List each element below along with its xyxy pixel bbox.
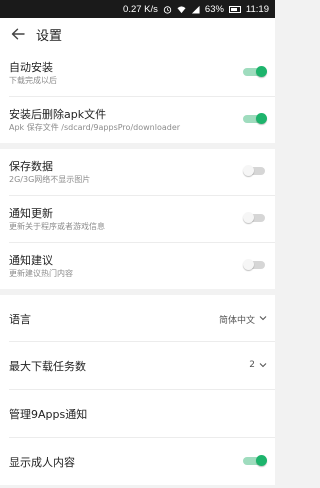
manage-notify-label: 管理9Apps通知 [9,408,88,421]
language-value: 简体中文 [218,316,255,326]
adult-content-toggle[interactable] [243,455,267,466]
notify-suggest-subtitle: 更新建议热门内容 [9,269,73,278]
battery-icon [228,5,241,13]
notify-update-label: 通知更新 [9,207,53,220]
delete-apk-toggle[interactable] [243,113,267,124]
notify-suggest-row[interactable]: 通知建议 更新建议热门内容 [0,243,275,289]
adult-content-label: 显示成人内容 [9,456,75,469]
manage-notify-row[interactable]: 管理9Apps通知 [0,390,275,437]
auto-install-row[interactable]: 自动安装 下载完成以后 [0,50,275,96]
max-downloads-value: 2 [249,360,255,370]
notify-update-toggle[interactable] [243,212,267,223]
delete-apk-row[interactable]: 安装后删除apk文件 Apk 保存文件 /sdcard/9appsPro/dow… [0,97,275,143]
language-label: 语言 [9,313,31,326]
network-speed: 0.27 K/s [123,3,158,15]
delete-apk-subtitle: Apk 保存文件 /sdcard/9appsPro/downloader [9,123,181,132]
save-data-toggle[interactable] [243,165,267,176]
clock: 11:19 [245,3,269,15]
max-downloads-row[interactable]: 最大下载任务数 2 [0,342,275,389]
notify-update-subtitle: 更新关于程序或者游戏信息 [9,222,105,231]
save-data-row[interactable]: 保存数据 2G/3G网络不显示图片 [0,149,275,195]
top-app-bar: 设置 [0,18,275,50]
notify-suggest-toggle[interactable] [243,259,267,270]
chevron-down-icon [259,316,267,321]
notify-update-row[interactable]: 通知更新 更新关于程序或者游戏信息 [0,196,275,242]
data-notify-group: 保存数据 2G/3G网络不显示图片 通知更新 更新关于程序或者游戏信息 通知建议… [0,149,275,289]
back-button[interactable] [0,18,36,50]
general-group: 语言 简体中文 最大下载任务数 2 管理9Apps通知 显示成人内容 [0,295,275,485]
chevron-down-icon [259,363,267,368]
install-settings-group: 自动安装 下载完成以后 安装后删除apk文件 Apk 保存文件 /sdcard/… [0,50,275,143]
delete-apk-label: 安装后删除apk文件 [9,108,107,121]
auto-install-label: 自动安装 [9,61,53,74]
language-row[interactable]: 语言 简体中文 [0,295,275,341]
auto-install-toggle[interactable] [243,66,267,77]
battery-percent: 63% [204,3,224,15]
page-title: 设置 [36,28,63,44]
notify-suggest-label: 通知建议 [9,254,53,267]
max-downloads-label: 最大下载任务数 [9,360,86,373]
alarm-icon [163,5,172,14]
wifi-icon [177,5,186,13]
adult-content-row[interactable]: 显示成人内容 [0,438,275,485]
back-arrow-icon [11,28,25,40]
status-bar: 0.27 K/s 63% 11:19 [0,0,275,18]
signal-icon [191,5,200,14]
auto-install-subtitle: 下载完成以后 [9,76,57,85]
save-data-label: 保存数据 [9,160,53,173]
save-data-subtitle: 2G/3G网络不显示图片 [9,175,91,184]
